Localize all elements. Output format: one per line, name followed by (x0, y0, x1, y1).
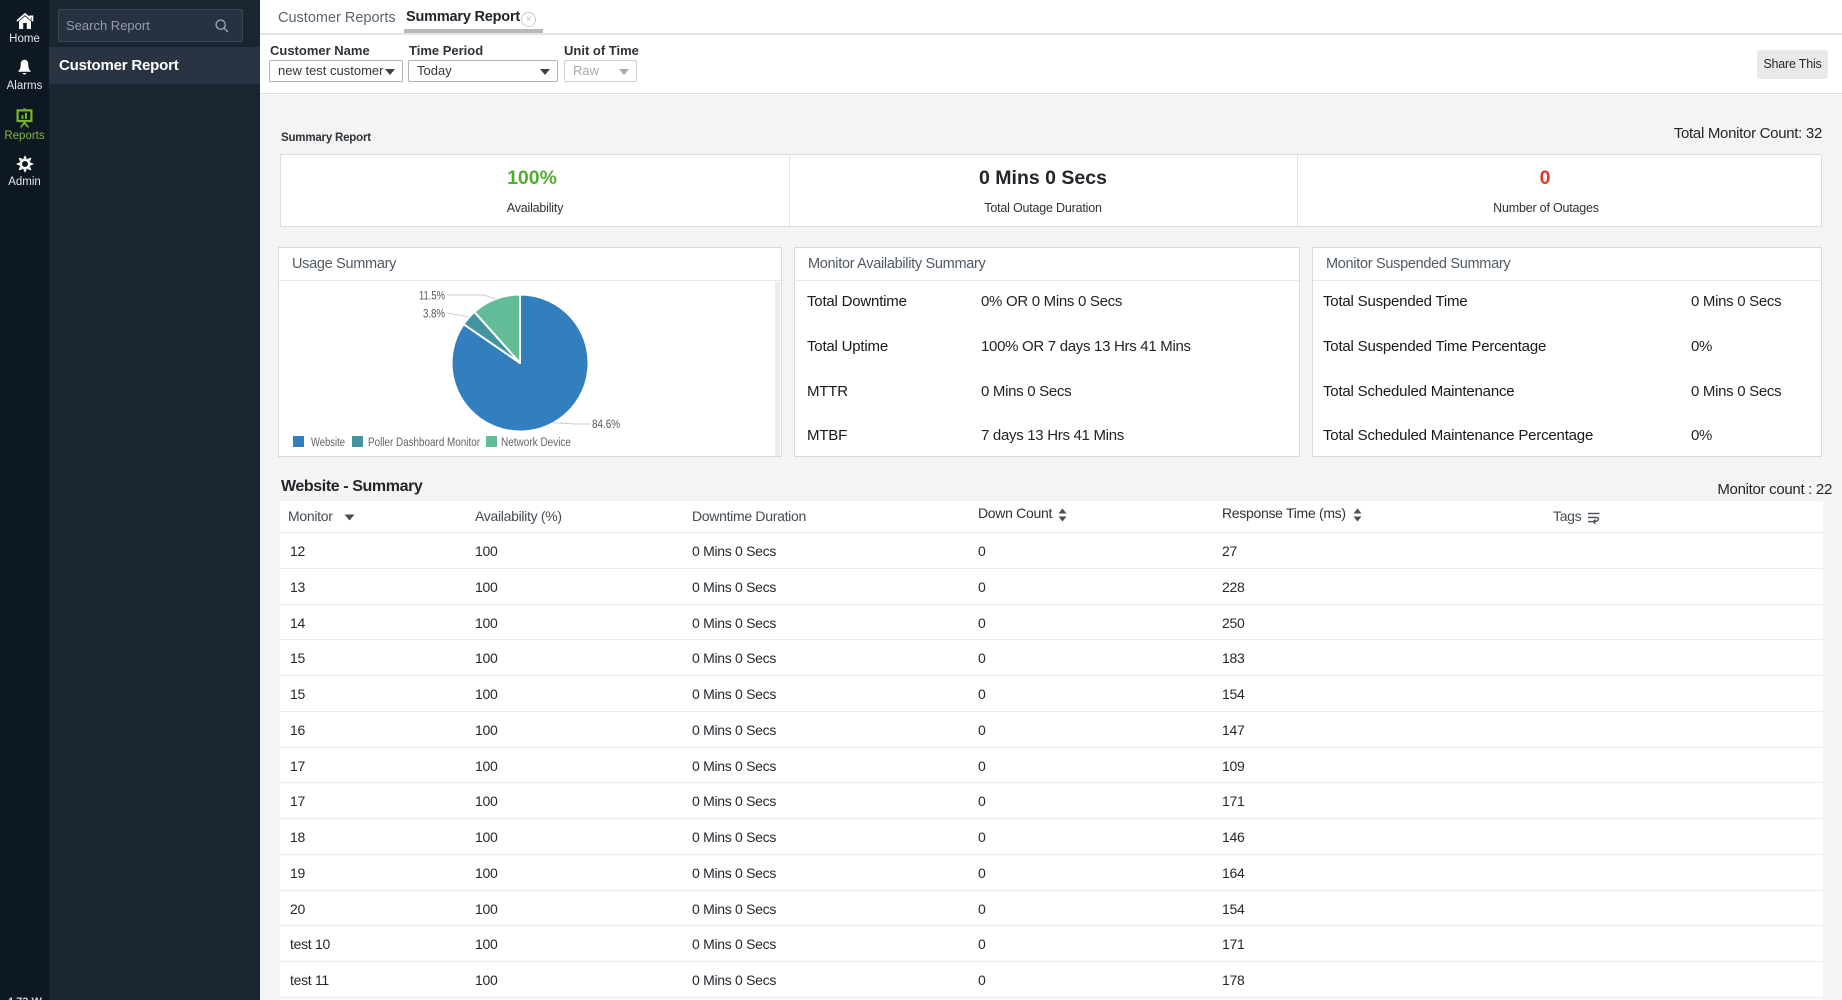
svg-text:11.5%: 11.5% (419, 289, 445, 303)
svg-text:84.6%: 84.6% (592, 417, 620, 431)
svg-text:3.8%: 3.8% (423, 307, 445, 321)
svg-text:Website: Website (311, 437, 345, 449)
svg-text:Poller Dashboard Monitor: Poller Dashboard Monitor (368, 437, 480, 449)
svg-text:Network Device: Network Device (501, 437, 571, 449)
